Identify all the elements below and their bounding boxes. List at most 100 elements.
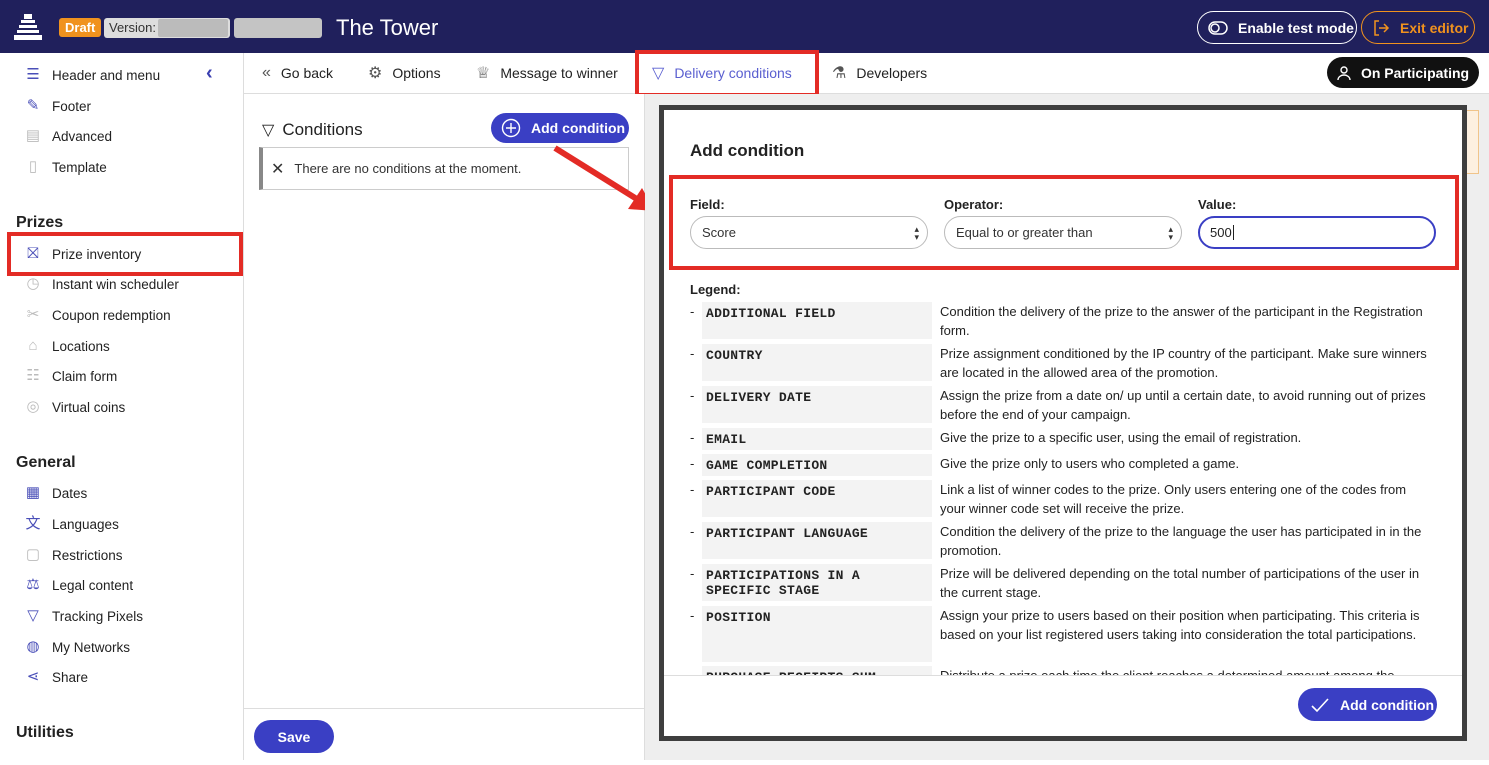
exit-icon [1374, 19, 1390, 36]
clock-icon: ◷ [26, 275, 40, 292]
legend-dash: - [690, 388, 695, 403]
sidebar-item-dates[interactable]: ▦ Dates [24, 481, 87, 505]
funnel-icon: ▽ [262, 122, 275, 139]
go-back-label: Go back [280, 65, 334, 81]
legend-desc: Give the prize only to users who complet… [940, 456, 1240, 471]
developers-tab[interactable]: ⚗ Developers [832, 62, 927, 84]
coupon-icon: ✂ [26, 306, 40, 323]
developers-label: Developers [856, 65, 928, 81]
sidebar-item-tracking-pixels[interactable]: ▽ Tracking Pixels [24, 604, 143, 628]
enable-test-mode-label: Enable test mode [1238, 19, 1354, 36]
user-check-icon [1337, 65, 1351, 80]
sidebar-item-header-and-menu[interactable]: ☰ Header and menu [24, 63, 160, 87]
legend-row: - EMAIL Give the prize to a specific user,… [690, 428, 1444, 450]
sidebar-item-locations[interactable]: ⌂ Locations [24, 334, 109, 358]
globe-icon: ◍ [26, 638, 40, 655]
trophy-icon: ♕ [476, 65, 491, 82]
sidebar-item-template[interactable]: ▯ Template [24, 155, 107, 179]
sidebar-item-label: Footer [52, 98, 92, 114]
close-icon[interactable]: ✕ [271, 159, 284, 179]
legend-row: - DELIVERY DATE Assign the prize from a da… [690, 386, 1444, 424]
conditions-title-label: Conditions [282, 120, 363, 139]
sidebar-item-advanced[interactable]: ▤ Advanced [24, 124, 112, 148]
plus-circle-icon [501, 118, 521, 138]
sidebar-item-label: Languages [52, 516, 119, 532]
general-heading: General [16, 454, 76, 471]
legend-list: - ADDITIONAL FIELD Condition the delivery … [690, 302, 1444, 675]
store-icon: ⌂ [28, 337, 38, 354]
gavel-icon: ⚖ [26, 576, 40, 593]
sidebar-item-label: Claim form [52, 368, 118, 384]
annotation-arrow-icon [553, 145, 655, 211]
toggle-icon [1208, 20, 1228, 35]
add-condition-label: Add condition [531, 120, 626, 136]
legend-row: - POSITION Assign your prize to users base… [690, 606, 1444, 662]
legend-desc: Prize will be delivered depending on the… [940, 566, 1420, 600]
sidebar-item-virtual-coins[interactable]: ◎ Virtual coins [24, 395, 125, 419]
calendar-icon: ▦ [25, 484, 41, 501]
sidebar-item-label: Template [52, 159, 107, 175]
campaign-id-redacted [234, 18, 322, 38]
legend-desc: Distribute a prize each time the client … [932, 666, 1432, 675]
legend-row: - ADDITIONAL FIELD Condition the delivery … [690, 302, 1444, 340]
legend-dash: - [690, 666, 702, 675]
legend-desc: Assign the prize from a date on/ up unti… [940, 388, 1426, 422]
legend-desc: Assign your prize to users based on thei… [940, 608, 1420, 642]
message-to-winner-tab[interactable]: ♕ Message to winner [476, 62, 618, 84]
tower-logo-icon [14, 14, 42, 40]
sidebar-item-label: Tracking Pixels [52, 608, 144, 624]
options-tab[interactable]: ⚙ Options [368, 62, 441, 84]
template-icon: ▯ [28, 158, 38, 175]
legend-dash: - [690, 304, 695, 319]
legend-row: - GAME COMPLETION Give the prize only to u… [690, 454, 1444, 476]
sidebar-item-label: Dates [52, 485, 88, 501]
divider [664, 675, 1462, 676]
legend-desc: Give the prize to a specific user, using… [940, 430, 1302, 445]
on-participating-button[interactable]: On Participating [1327, 57, 1479, 88]
on-participating-label: On Participating [1360, 64, 1470, 81]
sidebar-item-footer[interactable]: ✎ Footer [24, 94, 91, 118]
sidebar-item-legal-content[interactable]: ⚖ Legal content [24, 573, 133, 597]
funnel-icon: ▽ [27, 607, 39, 624]
legend-desc: Prize assignment conditioned by the IP c… [940, 346, 1427, 380]
legend-dash: - [690, 430, 695, 445]
sidebar-item-languages[interactable]: 文 Languages [24, 512, 119, 536]
legend-desc: Condition the delivery of the prize to t… [940, 304, 1423, 338]
legend-key: POSITION [702, 606, 932, 662]
advanced-icon: ▤ [25, 127, 41, 144]
collapse-sidebar-icon[interactable]: ‹ [206, 62, 213, 85]
legend-key: PURCHASE RECEIPTS SUM [702, 666, 932, 675]
form-icon: ☷ [26, 367, 40, 384]
legend-row: - COUNTRY Prize assignment conditioned by … [690, 344, 1444, 382]
editor-navbar: « Go back ⚙ Options ♕ Message to winner … [244, 53, 1489, 94]
conditions-title: ▽ Conditions [262, 120, 363, 140]
legend-key: PARTICIPATIONS IN A SPECIFIC STAGE [702, 564, 932, 601]
go-back-tab[interactable]: « Go back [262, 62, 333, 84]
submit-add-condition-label: Add condition [1340, 696, 1435, 713]
prizes-heading: Prizes [16, 214, 64, 231]
sidebar-item-restrictions[interactable]: ▢ Restrictions [24, 543, 123, 567]
exit-editor-label: Exit editor [1400, 19, 1469, 36]
add-condition-button[interactable]: Add condition [491, 113, 629, 143]
sidebar-item-share[interactable]: ⋖ Share [24, 665, 88, 689]
sidebar-item-label: Coupon redemption [52, 307, 171, 323]
sidebar-item-coupon-redemption[interactable]: ✂ Coupon redemption [24, 303, 171, 327]
app-title: The Tower [336, 15, 439, 40]
exit-editor-button[interactable]: Exit editor [1361, 11, 1475, 44]
sidebar-item-my-networks[interactable]: ◍ My Networks [24, 635, 130, 659]
highlight-condition-fields [669, 175, 1459, 270]
save-button[interactable]: Save [254, 720, 334, 753]
top-header: Draft Version: The Tower Enable test mod… [0, 0, 1489, 53]
legend-key: PARTICIPANT LANGUAGE [702, 522, 932, 559]
legend-dash: - [690, 566, 695, 581]
double-chevron-left-icon: « [262, 64, 271, 81]
utilities-heading: Utilities [16, 724, 74, 741]
submit-add-condition-button[interactable]: Add condition [1298, 688, 1437, 721]
coins-icon: ◎ [26, 398, 40, 415]
version-value-redacted [158, 19, 228, 37]
share-icon: ⋖ [26, 668, 40, 685]
enable-test-mode-button[interactable]: Enable test mode [1197, 11, 1357, 44]
legend-row: - PARTICIPANT CODE Link a list of winner c… [690, 480, 1444, 518]
sidebar-item-claim-form[interactable]: ☷ Claim form [24, 364, 117, 388]
legend-row: - PARTICIPANT LANGUAGE Condition the deliv… [690, 522, 1444, 560]
